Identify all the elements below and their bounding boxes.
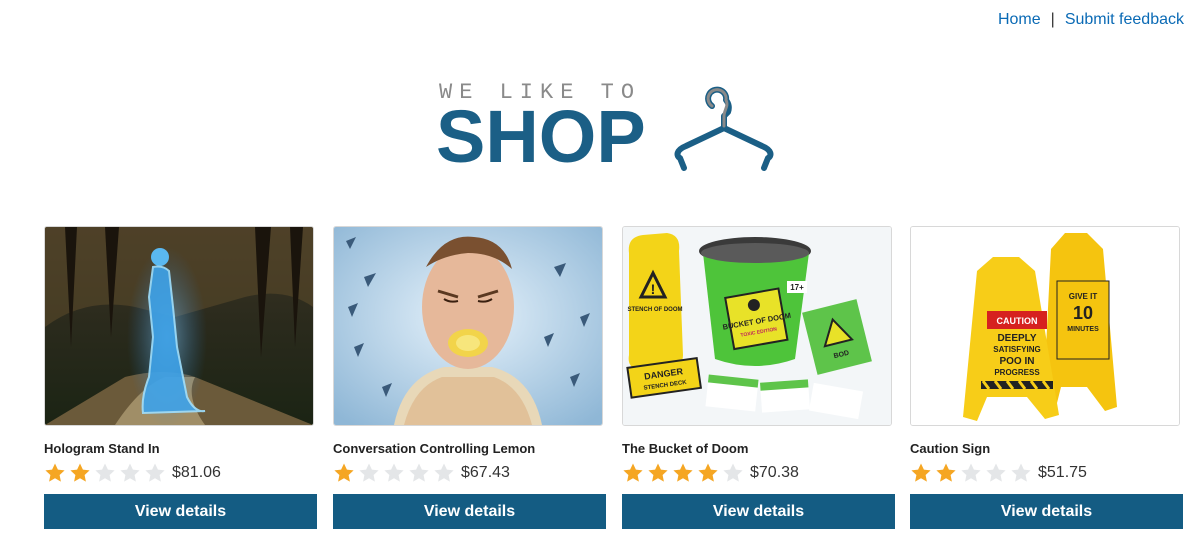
product-card: ! STENCH OF DOOM 17+ BUCKET OF DOOM TOXI… [622,226,895,529]
star-filled-icon [911,463,931,482]
product-price: $81.06 [172,464,221,481]
star-empty-icon [409,463,429,482]
lemon-in-mouth-image[interactable] [333,226,603,426]
star-empty-icon [961,463,981,482]
view-details-button[interactable]: View details [622,494,895,529]
product-name[interactable]: Caution Sign [910,441,1183,457]
back-sign-line2: 10 [1073,303,1093,323]
caution-sign-image[interactable]: GIVE IT 10 MINUTES CAUTION DEEPLY SATISF… [910,226,1180,426]
star-filled-icon [45,463,65,482]
home-link[interactable]: Home [998,11,1041,28]
star-rating [622,462,747,484]
star-empty-icon [384,463,404,482]
product-card: GIVE IT 10 MINUTES CAUTION DEEPLY SATISF… [910,226,1183,529]
star-empty-icon [145,463,165,482]
bucket-of-doom-image[interactable]: ! STENCH OF DOOM 17+ BUCKET OF DOOM TOXI… [622,226,892,426]
product-name[interactable]: Hologram Stand In [44,441,317,457]
star-rating [910,462,1035,484]
rating-row: $51.75 [910,461,1183,485]
star-filled-icon [698,463,718,482]
back-sign-line1: GIVE IT [1069,292,1098,301]
star-rating [44,462,169,484]
submit-feedback-link[interactable]: Submit feedback [1065,11,1184,28]
front-sign-top: CAUTION [997,316,1038,326]
star-rating [333,462,458,484]
star-filled-icon [936,463,956,482]
view-details-button[interactable]: View details [333,494,606,529]
site-logo[interactable]: WE LIKE TO SHOP [436,78,796,178]
rating-row: $81.06 [44,461,317,485]
nav-separator: | [1050,11,1055,28]
star-empty-icon [95,463,115,482]
rating-row: $67.43 [333,461,606,485]
back-sign-line3: MINUTES [1067,326,1099,333]
product-price: $51.75 [1038,464,1087,481]
front-sign-line4: PROGRESS [994,368,1040,377]
star-empty-icon [120,463,140,482]
hanger-icon [674,86,774,171]
star-filled-icon [673,463,693,482]
star-empty-icon [986,463,1006,482]
star-filled-icon [623,463,643,482]
top-nav: Home | Submit feedback [998,11,1184,29]
star-filled-icon [70,463,90,482]
view-details-button[interactable]: View details [44,494,317,529]
view-details-button[interactable]: View details [910,494,1183,529]
front-sign-line3: POO IN [999,356,1034,367]
product-card: Conversation Controlling Lemon $67.43 Vi… [333,226,606,529]
star-filled-icon [648,463,668,482]
svg-text:!: ! [651,281,656,297]
product-price: $70.38 [750,464,799,481]
star-empty-icon [1011,463,1031,482]
star-filled-icon [334,463,354,482]
rating-row: $70.38 [622,461,895,485]
bag-label: STENCH OF DOOM [628,307,683,313]
logo-word: SHOP [436,95,646,178]
star-empty-icon [434,463,454,482]
star-empty-icon [359,463,379,482]
star-empty-icon [723,463,743,482]
product-card: Hologram Stand In $81.06 View details [44,226,317,529]
product-name[interactable]: The Bucket of Doom [622,441,895,457]
lid-tag: 17+ [790,283,804,292]
hologram-woman-image[interactable] [44,226,314,426]
product-name[interactable]: Conversation Controlling Lemon [333,441,606,457]
product-price: $67.43 [461,464,510,481]
front-sign-line1: DEEPLY [997,333,1036,344]
front-sign-line2: SATISFYING [993,345,1040,354]
